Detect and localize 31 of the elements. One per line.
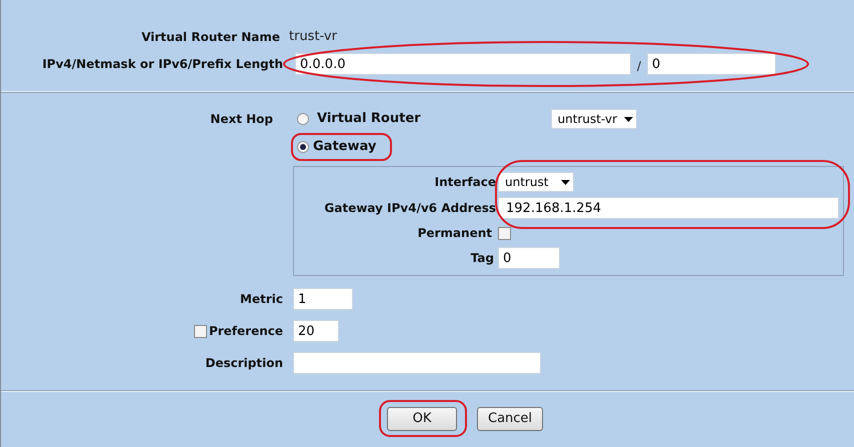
dropdown-arrow-icon: [561, 180, 570, 184]
dropdown[interactable]: untrust: [498, 172, 574, 192]
radio-button[interactable]: [297, 141, 309, 153]
dialog-button[interactable]: OK: [387, 407, 457, 431]
dialog-button[interactable]: Cancel: [477, 407, 544, 431]
field-label: Gateway IPv4/v6 Address: [324, 200, 496, 217]
prefix-field[interactable]: 0: [647, 53, 776, 75]
separator-text: /: [637, 58, 642, 75]
preference-field[interactable]: 20: [293, 320, 339, 342]
field-label: Tag: [470, 250, 494, 267]
dropdown-arrow-icon: [624, 116, 633, 122]
field-label: Virtual Router Name: [141, 29, 280, 46]
field-label: Interface: [434, 174, 496, 191]
radio-label: Gateway: [313, 138, 376, 156]
field-label: IPv4/Netmask or IPv6/Prefix Length: [42, 56, 283, 73]
dropdown[interactable]: untrust-vr: [550, 109, 637, 129]
gateway-address-field[interactable]: 192.168.1.254: [498, 197, 839, 219]
router-name-value: trust-vr: [289, 28, 337, 46]
address-field[interactable]: 0.0.0.0: [295, 53, 631, 75]
field-label: Metric: [240, 291, 283, 308]
field-label: Description: [205, 355, 283, 372]
radio-label: Virtual Router: [317, 110, 421, 128]
checkbox[interactable]: [498, 226, 511, 240]
tag-field[interactable]: 0: [498, 247, 560, 269]
description-field[interactable]: [293, 352, 541, 374]
radio-button[interactable]: [297, 113, 309, 125]
metric-field[interactable]: 1: [293, 288, 353, 310]
field-label: Permanent: [418, 225, 492, 242]
field-label: Next Hop: [210, 111, 273, 128]
checkbox[interactable]: [194, 324, 207, 338]
field-label: Preference: [208, 323, 283, 340]
